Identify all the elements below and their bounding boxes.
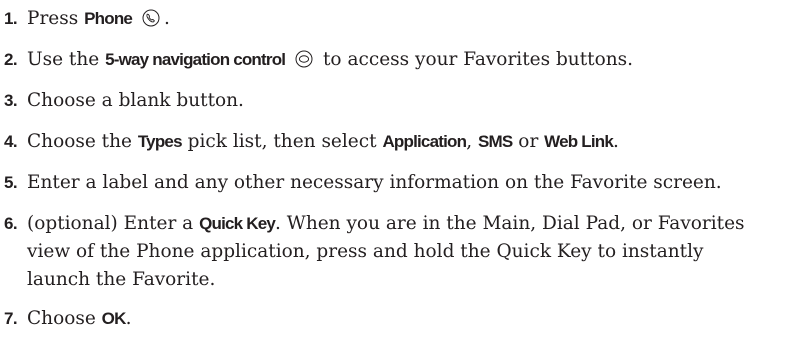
step-text-segment: Choose (27, 308, 102, 329)
field-name-quick-key: Quick Key (199, 214, 276, 233)
step-text-segment: pick list, then select (181, 131, 383, 152)
step-number: 4. (4, 132, 18, 151)
step-text-segment: to access your Favorites buttons. (317, 49, 634, 70)
step-text: Enter a label and any other necessary in… (27, 172, 722, 193)
option-application: Application (382, 132, 467, 151)
step-4: 4. Choose the Types pick list, then sele… (4, 128, 619, 156)
step-number: 5. (4, 173, 18, 192)
step-line: launch the Favorite. (27, 269, 216, 290)
phone-icon (142, 9, 160, 27)
step-text-segment: Use the (27, 49, 106, 70)
pick-list-name-types: Types (137, 132, 183, 151)
step-line: (optional) Enter a Quick Key. When you a… (27, 210, 745, 238)
button-name-phone: Phone (84, 9, 133, 28)
step-text: Choose a blank button. (27, 90, 244, 111)
step-text: Use the 5-way navigation control to acce… (27, 46, 633, 74)
step-text-segment: Press (27, 8, 85, 29)
step-text-segment: or (512, 131, 545, 152)
step-text: Choose the Types pick list, then select … (27, 128, 619, 156)
button-name-ok: OK (101, 309, 127, 328)
step-line: view of the Phone application, press and… (27, 241, 704, 262)
step-text-segment: (optional) Enter a (27, 213, 200, 234)
step-number: 7. (4, 309, 18, 328)
step-text: Choose OK. (27, 305, 131, 333)
step-7: 7. Choose OK. (4, 305, 131, 333)
step-text-segment: , (466, 131, 478, 152)
step-number: 1. (4, 9, 18, 28)
five-way-navigation-icon (295, 50, 313, 68)
option-web-link: Web Link (544, 132, 614, 151)
step-text-segment: Choose the (27, 131, 138, 152)
option-sms: SMS (477, 132, 513, 151)
step-text: Press Phone . (27, 5, 170, 33)
step-3: 3. Choose a blank button. (4, 87, 244, 115)
step-5: 5. Enter a label and any other necessary… (4, 169, 722, 197)
step-1: 1. Press Phone . (4, 5, 170, 33)
step-text: (optional) Enter a Quick Key. When you a… (27, 210, 745, 294)
step-number: 2. (4, 50, 18, 69)
step-text-segment: . (613, 131, 619, 152)
step-text-segment: . (163, 8, 170, 29)
control-name-5-way: 5-way navigation control (105, 50, 286, 69)
step-6: 6. (optional) Enter a Quick Key. When yo… (4, 210, 745, 294)
step-text-segment: . (125, 308, 132, 329)
step-text-segment: . When you are in the Main, Dial Pad, or… (275, 213, 745, 234)
step-number: 6. (4, 214, 18, 233)
step-2: 2. Use the 5-way navigation control to a… (4, 46, 633, 74)
step-number: 3. (4, 91, 18, 110)
